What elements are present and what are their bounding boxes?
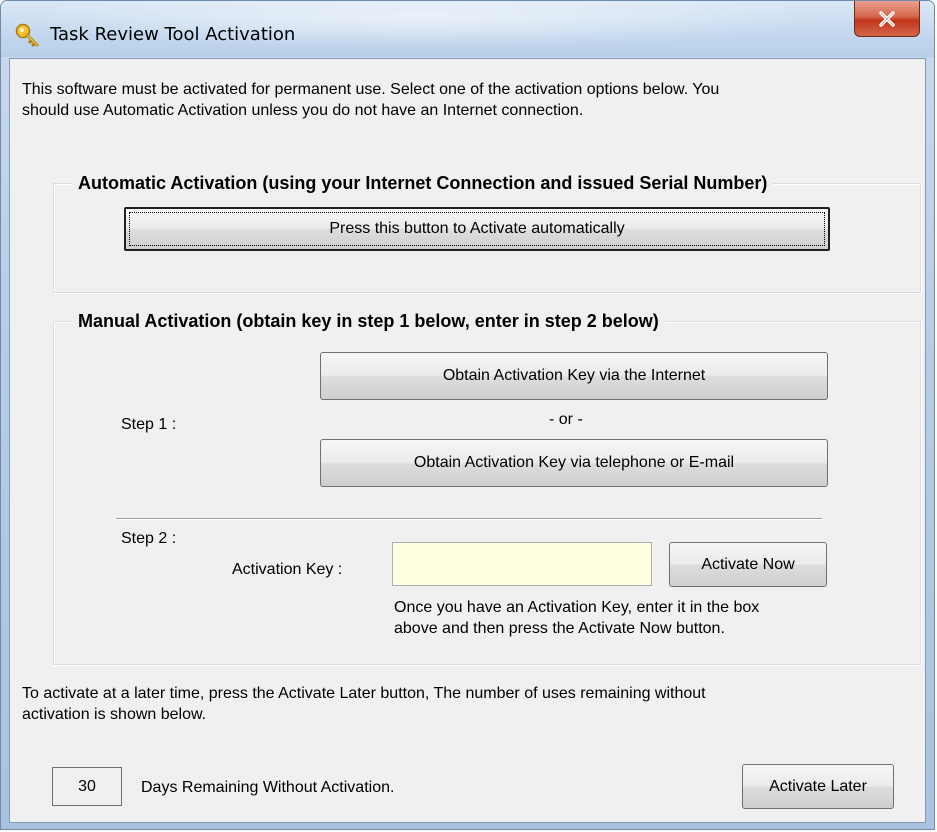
activate-later-button[interactable]: Activate Later <box>742 764 894 809</box>
obtain-key-phone-email-label: Obtain Activation Key via telephone or E… <box>413 454 735 471</box>
step-divider <box>116 518 822 520</box>
automatic-activation-legend: Automatic Activation (using your Interne… <box>72 172 774 194</box>
activation-key-label: Activation Key : <box>232 561 343 578</box>
later-text-line1: To activate at a later time, press the A… <box>22 685 706 702</box>
title-bar[interactable]: Task Review Tool Activation <box>1 1 934 57</box>
dialog-client-area: This software must be activated for perm… <box>9 58 926 823</box>
activation-window: Task Review Tool Activation This softwar… <box>0 0 935 830</box>
close-button[interactable] <box>854 1 920 37</box>
obtain-key-internet-button[interactable]: Obtain Activation Key via the Internet <box>320 352 828 400</box>
close-icon <box>879 10 895 27</box>
later-text-line2: activation is shown below. <box>22 706 207 723</box>
activation-hint-line2: above and then press the Activate Now bu… <box>394 620 725 637</box>
intro-text-line2: should use Automatic Activation unless y… <box>22 102 584 119</box>
activate-automatically-label: Press this button to Activate automatica… <box>329 220 625 237</box>
activation-hint-line1: Once you have an Activation Key, enter i… <box>394 599 760 616</box>
window-title: Task Review Tool Activation <box>50 24 296 45</box>
activation-key-input[interactable] <box>392 542 652 586</box>
intro-text-line1: This software must be activated for perm… <box>22 81 720 98</box>
activate-later-label: Activate Later <box>769 777 867 795</box>
obtain-key-phone-email-button[interactable]: Obtain Activation Key via telephone or E… <box>320 439 828 487</box>
step1-label: Step 1 : <box>121 416 177 433</box>
activate-now-button[interactable]: Activate Now <box>669 542 827 587</box>
activate-now-label: Activate Now <box>701 555 795 573</box>
step2-label: Step 2 : <box>121 530 177 547</box>
key-icon <box>15 23 39 47</box>
manual-activation-legend: Manual Activation (obtain key in step 1 … <box>72 310 665 332</box>
obtain-key-internet-label: Obtain Activation Key via the Internet <box>442 367 706 384</box>
manual-activation-group: Manual Activation (obtain key in step 1 … <box>53 310 921 665</box>
or-separator-text: - or - <box>549 411 583 428</box>
automatic-activation-group: Automatic Activation (using your Interne… <box>53 172 921 293</box>
days-remaining-count: 30 <box>52 767 122 806</box>
activate-automatically-button[interactable]: Press this button to Activate automatica… <box>124 207 830 251</box>
days-remaining-label: Days Remaining Without Activation. <box>141 779 395 796</box>
